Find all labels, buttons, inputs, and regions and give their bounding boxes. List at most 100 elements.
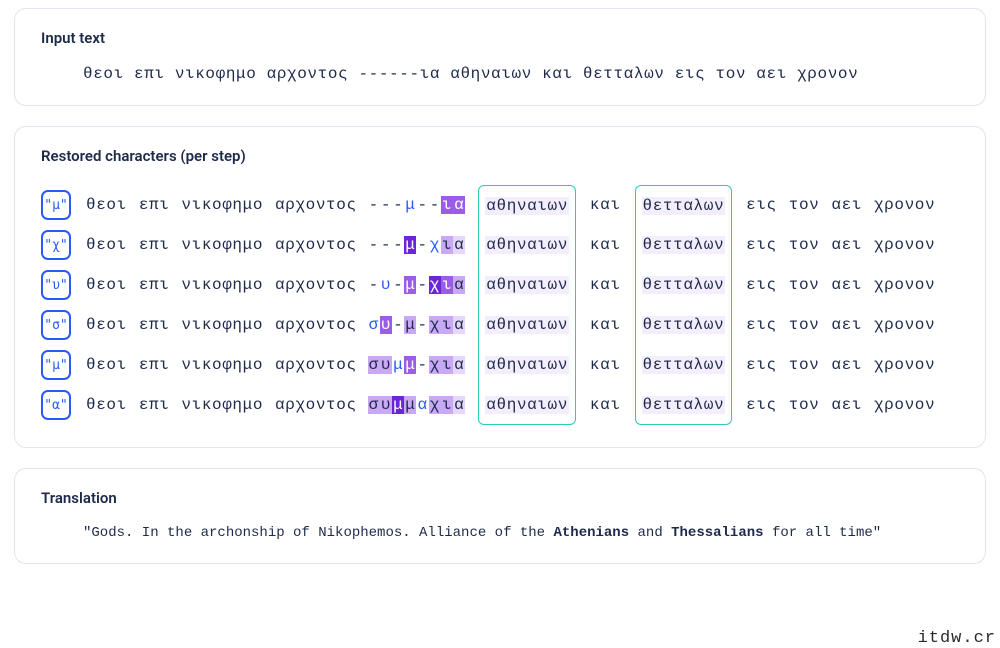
token: αει (830, 356, 863, 374)
mid-char: - (368, 196, 380, 214)
restored-char: χ (429, 236, 441, 254)
token: αθηναιων (485, 396, 569, 414)
mid-char: - (416, 276, 428, 294)
token: και (589, 196, 622, 214)
steps-container: "μ"θεοιεπινικοφημοαρχοντος---μ--ιααθηναι… (41, 183, 959, 425)
step-row: "μ"θεοιεπινικοφημοαρχοντος---μ--ιααθηναι… (41, 185, 959, 225)
translation-title: Translation (41, 489, 959, 507)
mid-char: χ (429, 316, 441, 334)
token: αρχοντος (274, 316, 358, 334)
highlight-column-thessalians: θετταλων (635, 345, 733, 385)
mid-char: μ (404, 236, 416, 254)
highlight-column-athenians: αθηναιων (478, 305, 576, 345)
token: και (589, 236, 622, 254)
mid-char: σ (368, 396, 380, 414)
token: χρονον (873, 316, 936, 334)
mid-char: - (392, 276, 404, 294)
step-line: θεοιεπινικοφημοαρχοντοςσυμμ-χιααθηναιωνκ… (85, 345, 936, 385)
mid-char: μ (404, 316, 416, 334)
mid-char: - (392, 236, 404, 254)
mid-char: - (368, 236, 380, 254)
mid-char: - (392, 196, 404, 214)
token: αει (830, 236, 863, 254)
translation-segment: "Gods. In the archonship of Nikophemos. … (83, 525, 553, 541)
step-row: "υ"θεοιεπινικοφημοαρχοντος-υ-μ-χιααθηναι… (41, 265, 959, 305)
step-badge: "μ" (41, 190, 71, 220)
step-row: "χ"θεοιεπινικοφημοαρχοντος---μ-χιααθηναι… (41, 225, 959, 265)
step-badge: "υ" (41, 270, 71, 300)
mid-char: α (453, 196, 465, 214)
token: νικοφημο (180, 196, 264, 214)
mid-char: - (416, 356, 428, 374)
translation-text: "Gods. In the archonship of Nikophemos. … (41, 525, 959, 541)
step-line: θεοιεπινικοφημοαρχοντος---μ-χιααθηναιωνκ… (85, 225, 936, 265)
mid-char: μ (404, 396, 416, 414)
token: θετταλων (642, 236, 726, 254)
token: εις (745, 236, 778, 254)
step-badge: "μ" (41, 350, 71, 380)
restored-card: Restored characters (per step) "μ"θεοιεπ… (14, 126, 986, 448)
token: θετταλων (642, 356, 726, 374)
mid-char: χ (429, 396, 441, 414)
translation-card: Translation "Gods. In the archonship of … (14, 468, 986, 564)
mid-char: ι (441, 356, 453, 374)
highlight-column-athenians: αθηναιων (478, 385, 576, 425)
step-row: "α"θεοιεπινικοφημοαρχοντοςσυμμαχιααθηναι… (41, 385, 959, 425)
token: επι (138, 196, 171, 214)
mid-char: - (368, 276, 380, 294)
mid-char: ι (441, 396, 453, 414)
mid-char: - (429, 196, 441, 214)
token: και (589, 276, 622, 294)
token: τον (788, 236, 821, 254)
token: νικοφημο (180, 356, 264, 374)
token: εις (745, 276, 778, 294)
token: νικοφημο (180, 396, 264, 414)
translation-bold: Athenians (553, 525, 629, 541)
token: αρχοντος (274, 276, 358, 294)
token: εις (745, 396, 778, 414)
token: αρχοντος (274, 236, 358, 254)
token: νικοφημο (180, 236, 264, 254)
highlight-column-thessalians: θετταλων (635, 385, 733, 425)
token: θετταλων (642, 197, 726, 215)
mid-char: ι (441, 276, 453, 294)
token: επι (138, 236, 171, 254)
input-title: Input text (41, 29, 959, 47)
translation-segment: for all time" (764, 525, 882, 541)
token: χρονον (873, 196, 936, 214)
step-line: θεοιεπινικοφημοαρχοντοςσυ-μ-χιααθηναιωνκ… (85, 305, 936, 345)
highlight-column-athenians: αθηναιων (478, 265, 576, 305)
restored-char: υ (380, 276, 392, 294)
translation-bold: Thessalians (671, 525, 763, 541)
restored-char: μ (392, 356, 404, 374)
mid-char: ι (441, 196, 453, 214)
step-badge: "σ" (41, 310, 71, 340)
mid-char: σ (368, 356, 380, 374)
token: και (589, 356, 622, 374)
token: αθηναιων (485, 276, 569, 294)
highlight-column-athenians: αθηναιων (478, 185, 576, 225)
token: θεοι (85, 276, 128, 294)
token: νικοφημο (180, 276, 264, 294)
token: θεοι (85, 356, 128, 374)
input-card: Input text θεοι επι νικοφημο αρχοντος --… (14, 8, 986, 106)
highlight-column-athenians: αθηναιων (478, 345, 576, 385)
token: επι (138, 396, 171, 414)
restored-char: α (416, 396, 428, 414)
mid-char: υ (380, 396, 392, 414)
token: αθηναιων (485, 236, 569, 254)
mid-char: - (380, 236, 392, 254)
token: αρχοντος (274, 356, 358, 374)
step-badge: "χ" (41, 230, 71, 260)
highlight-column-thessalians: θετταλων (635, 225, 733, 265)
mid-char: α (453, 396, 465, 414)
token: αθηναιων (485, 316, 569, 334)
watermark: itdw.cr (918, 629, 996, 648)
step-row: "μ"θεοιεπινικοφημοαρχοντοςσυμμ-χιααθηναι… (41, 345, 959, 385)
token: αρχοντος (274, 396, 358, 414)
step-line: θεοιεπινικοφημοαρχοντοςσυμμαχιααθηναιωνκ… (85, 385, 936, 425)
token: θεοι (85, 236, 128, 254)
mid-char: - (416, 236, 428, 254)
token: θεοι (85, 196, 128, 214)
token: και (589, 396, 622, 414)
